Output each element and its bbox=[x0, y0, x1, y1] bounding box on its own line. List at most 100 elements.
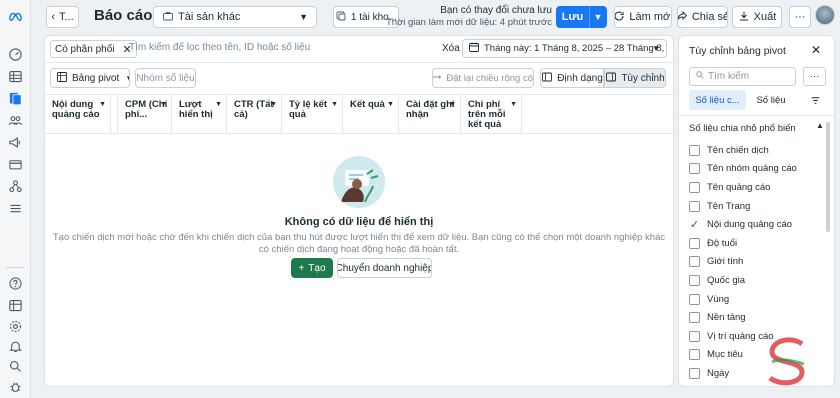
save-button[interactable]: Lưu bbox=[556, 6, 589, 28]
column-header[interactable]: CTR (Tất cả) ▼ bbox=[226, 95, 281, 134]
account-select[interactable]: Tài sản khác ▼ bbox=[153, 6, 317, 28]
reports-icon[interactable] bbox=[6, 89, 25, 108]
customize-button[interactable]: Tùy chỉnh bbox=[604, 68, 666, 88]
column-header[interactable]: Cài đặt ghi nhận ▼ bbox=[398, 95, 460, 134]
date-range-label: Tháng này: 1 Tháng 8, 2025 – 28 Tháng 8,… bbox=[484, 43, 666, 54]
column-header[interactable]: Chi phí trên mỗi kết quả ▼ bbox=[460, 95, 522, 134]
filter-sort-icon[interactable] bbox=[805, 90, 825, 110]
breakdown-option[interactable]: Tên nhóm quảng cáo bbox=[689, 160, 827, 179]
breakdown-option-label: Tên quảng cáo bbox=[707, 181, 771, 193]
help-icon[interactable] bbox=[6, 274, 25, 293]
checkbox[interactable] bbox=[689, 144, 700, 156]
caret-down-icon[interactable]: ▼ bbox=[270, 100, 277, 110]
date-range-picker[interactable]: Tháng này: 1 Tháng 8, 2025 – 28 Tháng 8,… bbox=[462, 39, 667, 58]
tab-metrics[interactable]: Số liệu bbox=[751, 90, 791, 110]
column-header[interactable]: CPM (Chi phí... ▼ bbox=[117, 95, 171, 134]
checkbox[interactable] bbox=[689, 367, 700, 379]
breakdown-option[interactable]: Tên chiến dịch bbox=[689, 141, 827, 160]
search-icon bbox=[695, 70, 708, 83]
breakdown-option[interactable]: Quốc gia bbox=[689, 271, 827, 290]
top-bar: ‹ T... Báo cáo c Tài sản khác ▼ 1 tài kh… bbox=[31, 0, 840, 34]
panel-search-input[interactable]: Tìm kiếm bbox=[689, 67, 796, 86]
settings-gear-icon[interactable] bbox=[6, 317, 25, 336]
caret-down-icon[interactable]: ▼ bbox=[449, 100, 456, 110]
caret-down-icon[interactable]: ▼ bbox=[99, 100, 106, 110]
refresh-icon bbox=[615, 10, 629, 25]
checkmark-icon[interactable]: ✓ bbox=[689, 219, 700, 231]
search-icon[interactable] bbox=[6, 357, 25, 376]
megaphone-icon[interactable] bbox=[6, 133, 25, 152]
caret-down-icon[interactable]: ▼ bbox=[510, 100, 517, 110]
create-label: Tạo bbox=[308, 262, 326, 274]
menu-icon[interactable] bbox=[6, 199, 25, 218]
breakdown-option[interactable]: Giới tính bbox=[689, 253, 827, 272]
pivot-table-dropdown[interactable]: Bảng pivot ▼ bbox=[50, 68, 130, 88]
checkbox[interactable] bbox=[689, 349, 700, 361]
column-header[interactable]: Tỷ lệ kết quả ▼ bbox=[281, 95, 342, 134]
checkbox[interactable] bbox=[689, 274, 700, 286]
notifications-bell-icon[interactable] bbox=[6, 337, 25, 356]
breakdown-option-label: Nội dung quảng cáo bbox=[707, 219, 793, 231]
table-icon[interactable] bbox=[6, 296, 25, 315]
create-button[interactable]: + Tạo bbox=[291, 258, 333, 278]
checkbox[interactable] bbox=[689, 163, 700, 175]
checkbox[interactable] bbox=[689, 293, 700, 305]
report-toolbar: Bảng pivot ▼ Nhóm số liệu Đặt lại chiều … bbox=[45, 63, 673, 93]
left-nav-rail bbox=[0, 0, 31, 398]
column-header[interactable]: Kết quả ▼ bbox=[342, 95, 398, 134]
breakdown-option[interactable]: ✓ Nội dung quảng cáo bbox=[689, 215, 827, 234]
delivery-filter-chip[interactable]: Có phân phối ✕ bbox=[50, 40, 137, 58]
audiences-icon[interactable] bbox=[6, 111, 25, 130]
bug-report-icon[interactable] bbox=[6, 377, 25, 396]
rail-divider bbox=[6, 267, 25, 268]
caret-down-icon[interactable]: ▼ bbox=[387, 100, 394, 110]
filter-search-input[interactable] bbox=[129, 42, 429, 53]
meta-logo-icon[interactable] bbox=[6, 7, 25, 26]
share-button[interactable]: Chia sẻ bbox=[677, 6, 728, 28]
breakdown-option-label: Giới tính bbox=[707, 256, 744, 268]
breakdown-option-label: Tên nhóm quảng cáo bbox=[707, 163, 797, 175]
events-manager-icon[interactable] bbox=[6, 177, 25, 196]
export-button[interactable]: Xuất bbox=[732, 6, 782, 28]
breakdown-option-label: Tên chiến dịch bbox=[707, 144, 769, 156]
back-button[interactable]: ‹ T... bbox=[46, 6, 79, 28]
checkbox[interactable] bbox=[689, 181, 700, 193]
panel-more-button[interactable]: ··· bbox=[803, 67, 826, 86]
checkbox[interactable] bbox=[689, 256, 700, 268]
breakdown-option[interactable]: Nền tảng bbox=[689, 308, 827, 327]
customize-panel-icon bbox=[605, 71, 621, 86]
caret-down-icon[interactable]: ▼ bbox=[160, 100, 167, 110]
tab-breakdowns[interactable]: Số liệu c... bbox=[689, 90, 746, 110]
breakdown-option[interactable]: Tên Trang bbox=[689, 197, 827, 216]
breakdown-option[interactable]: Tên quảng cáo bbox=[689, 178, 827, 197]
breakdown-option[interactable]: Vùng bbox=[689, 290, 827, 309]
format-button[interactable]: Định dạng bbox=[540, 68, 604, 88]
column-resize-handle[interactable] bbox=[110, 95, 117, 134]
chevron-up-icon[interactable]: ▲ bbox=[816, 121, 824, 130]
account-select-value: Tài sản khác bbox=[178, 11, 241, 23]
close-icon[interactable]: ✕ bbox=[811, 43, 821, 57]
reset-column-width-button[interactable]: Đặt lại chiều rộng cột bbox=[432, 68, 534, 88]
breakdown-option[interactable]: Độ tuổi bbox=[689, 234, 827, 253]
caret-down-icon: ▼ bbox=[652, 44, 660, 53]
dashboard-icon[interactable] bbox=[6, 45, 25, 64]
switch-business-button[interactable]: Chuyển doanh nghiệp bbox=[337, 258, 432, 278]
refresh-button[interactable]: Làm mới bbox=[614, 6, 672, 28]
column-header[interactable]: Nội dung quảng cáo ▼ bbox=[45, 95, 110, 134]
checkbox[interactable] bbox=[689, 237, 700, 249]
caret-down-icon[interactable]: ▼ bbox=[331, 100, 338, 110]
group-metrics-button[interactable]: Nhóm số liệu bbox=[135, 68, 196, 88]
caret-down-icon[interactable]: ▼ bbox=[215, 100, 222, 110]
empty-state-illustration bbox=[333, 156, 385, 208]
column-header[interactable]: Lượt hiển thị ▼ bbox=[171, 95, 226, 134]
checkbox[interactable] bbox=[689, 312, 700, 324]
more-options-button[interactable]: ··· bbox=[789, 6, 811, 28]
unsaved-changes-text: Bạn có thay đổi chưa lưu bbox=[440, 5, 552, 16]
checkbox[interactable] bbox=[689, 330, 700, 342]
checkbox[interactable] bbox=[689, 200, 700, 212]
avatar[interactable] bbox=[815, 5, 835, 25]
table-icon[interactable] bbox=[6, 67, 25, 86]
clear-filters-link[interactable]: Xóa bbox=[442, 43, 460, 54]
billing-card-icon[interactable] bbox=[6, 155, 25, 174]
save-dropdown-chevron-icon[interactable]: ▼ bbox=[589, 6, 607, 28]
